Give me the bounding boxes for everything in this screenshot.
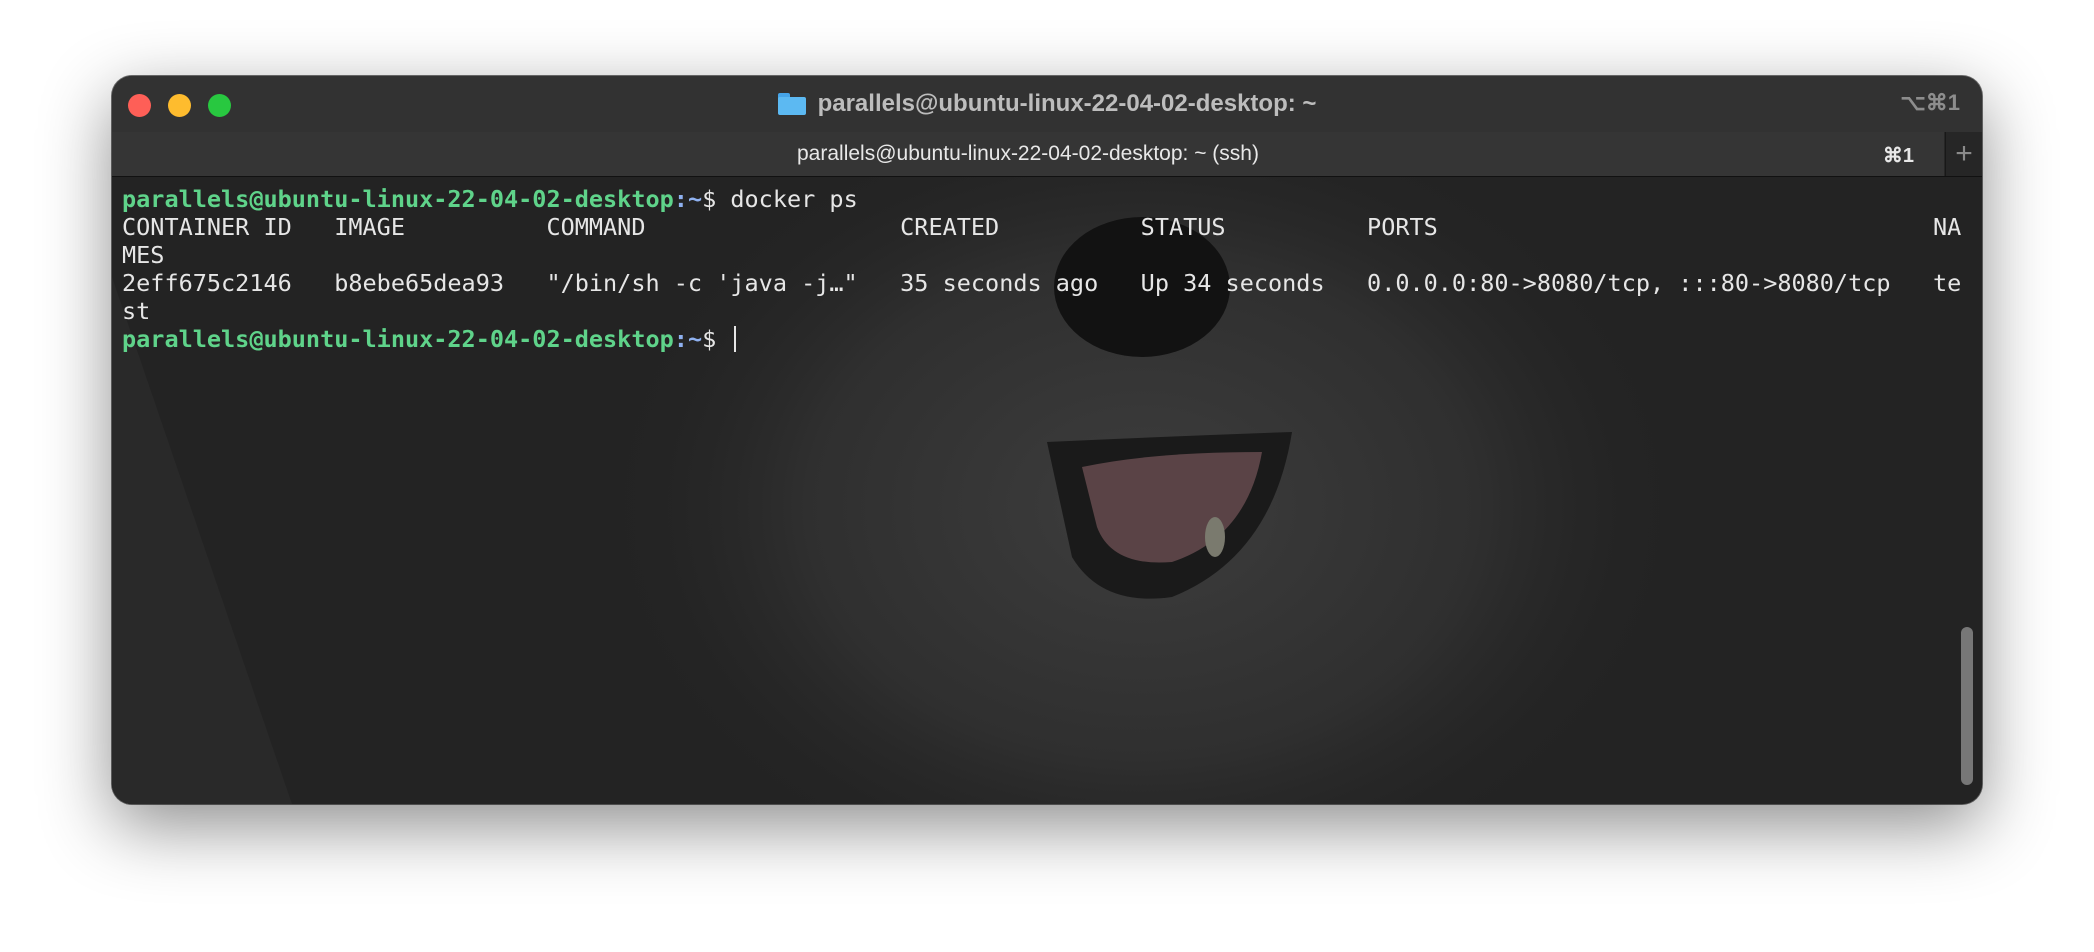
title-bar[interactable]: parallels@ubuntu-linux-22-04-02-desktop:… [112, 76, 1982, 132]
scrollbar[interactable] [1960, 185, 1976, 789]
prompt-separator-2: : [673, 325, 688, 353]
terminal-content[interactable]: parallels@ubuntu-linux-22-04-02-desktop:… [112, 177, 1982, 804]
table-row-wrap: st [122, 297, 151, 325]
window-shortcut: ⌥⌘1 [1900, 90, 1960, 115]
text-cursor [734, 326, 737, 352]
prompt-path-2: ~ [687, 325, 703, 353]
prompt-path: ~ [687, 185, 703, 213]
table-header: CONTAINER ID IMAGE COMMAND CREATED STATU… [122, 213, 1962, 241]
prompt-user-2: parallels@ubuntu-linux-22-04-02-desktop [122, 325, 674, 353]
window-title: parallels@ubuntu-linux-22-04-02-desktop:… [112, 76, 1982, 132]
plus-icon[interactable]: + [1945, 132, 1982, 176]
table-header-wrap: MES [122, 241, 165, 269]
tab-bar: parallels@ubuntu-linux-22-04-02-desktop:… [112, 132, 1982, 177]
tab-ssh[interactable]: parallels@ubuntu-linux-22-04-02-desktop:… [112, 132, 1944, 176]
window-title-text: parallels@ubuntu-linux-22-04-02-desktop:… [817, 90, 1317, 117]
prompt-symbol: $ [702, 185, 731, 213]
prompt-user: parallels@ubuntu-linux-22-04-02-desktop [122, 185, 674, 213]
command-text: docker ps [730, 185, 858, 213]
tab-shortcut: ⌘1 [1882, 145, 1914, 167]
prompt-separator: : [673, 185, 688, 213]
scrollbar-thumb[interactable] [1961, 627, 1973, 785]
terminal-window: parallels@ubuntu-linux-22-04-02-desktop:… [112, 76, 1982, 804]
folder-icon [777, 93, 806, 115]
terminal-output: parallels@ubuntu-linux-22-04-02-desktop:… [122, 185, 1961, 353]
tab-label: parallels@ubuntu-linux-22-04-02-desktop:… [797, 142, 1259, 165]
table-row: 2eff675c2146 b8ebe65dea93 "/bin/sh -c 'j… [122, 269, 1962, 297]
prompt-symbol-2: $ [702, 325, 731, 353]
